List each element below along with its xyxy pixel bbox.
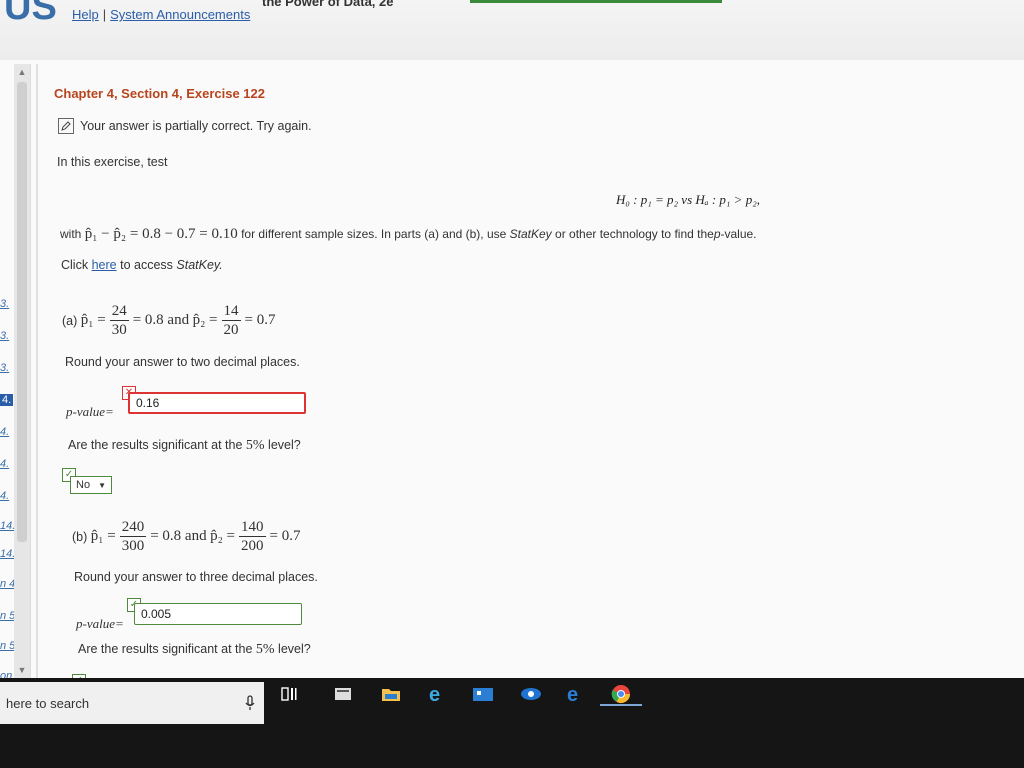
statkey-access-line: Click here to access StatKey.	[61, 258, 223, 272]
exercise-title: Chapter 4, Section 4, Exercise 122	[54, 86, 265, 101]
part-b-eq-2: = 0.7	[269, 528, 301, 544]
part-a-fraction-2: 14 20	[221, 302, 241, 339]
part-a-significance-question: Are the results significant at the 5% le…	[68, 438, 301, 454]
with-suffix: for different sample sizes. In parts (a)…	[241, 227, 507, 241]
part-b-question-suffix: level?	[278, 642, 311, 656]
part-b-fraction-1: 240 300	[119, 518, 147, 555]
taskbar-search-box[interactable]: here to search	[0, 682, 236, 724]
sidebar-item[interactable]: 14.	[0, 520, 15, 532]
scroll-down-icon[interactable]: ▼	[14, 662, 30, 678]
part-b-den-1: 300	[121, 538, 145, 554]
part-a-num-1: 24	[109, 303, 129, 321]
help-link[interactable]: Help	[72, 7, 99, 22]
sidebar-item[interactable]: 3.	[0, 330, 9, 342]
store-icon[interactable]	[470, 684, 496, 704]
panel-divider	[36, 64, 38, 678]
part-a-pvalue-input[interactable]: 0.16	[128, 392, 306, 414]
part-b-statement: (b) p̂₁ = 240 300 = 0.8 and p̂₂ = 140 20…	[72, 518, 301, 555]
microphone-icon[interactable]	[236, 682, 264, 724]
vertical-scrollbar[interactable]: ▲ ▼	[14, 64, 31, 678]
app-icon[interactable]	[330, 684, 356, 704]
part-a-p2: p̂₂ =	[192, 312, 218, 328]
click-statkey: StatKey.	[176, 258, 223, 272]
with-suffix-3: -value.	[720, 227, 757, 241]
p-symbol: p	[713, 227, 721, 241]
scroll-thumb[interactable]	[17, 82, 27, 542]
site-header: US the Power of Data, 2e Help | System Ann…	[0, 0, 1024, 60]
site-logo[interactable]: US	[4, 0, 57, 29]
part-a-question-prefix: Are the results significant at the	[68, 438, 243, 452]
part-b-pvalue-label: p-value=	[76, 616, 124, 631]
part-a-den-1: 30	[111, 322, 127, 338]
internet-explorer-icon[interactable]: e	[424, 684, 450, 704]
part-b-fraction-2: 140 200	[239, 518, 266, 555]
part-b-question-prefix: Are the results significant at the	[78, 642, 253, 656]
part-b-label: (b)	[72, 529, 88, 544]
edge-browser-icon[interactable]: e	[562, 684, 588, 704]
sidebar-item[interactable]: 4.	[0, 426, 9, 438]
status-text: Your answer is partially correct. Try ag…	[80, 119, 312, 133]
pencil-icon	[58, 118, 74, 134]
link-separator: |	[102, 7, 107, 22]
part-b-den-2: 200	[241, 538, 264, 554]
book-title: the Power of Data, 2e	[262, 0, 394, 9]
part-a-select-value: No	[76, 479, 91, 491]
part-a-fraction-1: 24 30	[109, 302, 129, 339]
sample-difference-line: with p̂₁ − p̂₂ = 0.8 − 0.7 = 0.10 for di…	[60, 226, 757, 243]
click-prefix: Click	[61, 258, 89, 272]
sidebar-item[interactable]: 3.	[0, 298, 9, 310]
task-view-icon[interactable]	[276, 684, 302, 704]
active-app-indicator	[600, 704, 642, 706]
sidebar-item[interactable]: 14.	[0, 548, 15, 560]
sidebar-item[interactable]: 3.	[0, 362, 9, 374]
chrome-browser-icon[interactable]	[608, 684, 634, 704]
system-announcements-link[interactable]: System Announcements	[110, 7, 250, 22]
part-b-p1: p̂₁ =	[90, 528, 116, 544]
part-b-pvalue-input[interactable]: 0.005	[134, 603, 302, 625]
sidebar-item[interactable]: 4.	[0, 490, 9, 502]
part-a-question-suffix: level?	[268, 438, 301, 452]
with-prefix: with	[60, 227, 82, 241]
sidebar-item[interactable]: 4.	[0, 458, 9, 470]
sidebar-item-active[interactable]: 4.	[0, 394, 14, 406]
part-b-question-level: 5%	[255, 642, 275, 657]
file-explorer-icon[interactable]	[378, 684, 404, 704]
content-area	[0, 60, 1024, 678]
statkey-name: StatKey	[509, 227, 552, 241]
part-b-round-instruction: Round your answer to three decimal place…	[74, 570, 318, 584]
dropdown-caret-icon: ▼	[98, 480, 106, 490]
eye-app-icon[interactable]	[518, 684, 544, 704]
part-b-p2: p̂₂ =	[210, 528, 236, 544]
part-b-num-1: 240	[119, 519, 147, 537]
part-a-round-instruction: Round your answer to two decimal places.	[65, 355, 300, 369]
part-a-label: (a)	[62, 313, 78, 328]
header-accent-bar	[470, 0, 722, 3]
part-b-eq-1: = 0.8 and	[150, 528, 207, 544]
part-a-statement: (a) p̂₁ = 24 30 = 0.8 and p̂₂ = 14 20 = …	[62, 302, 276, 339]
answer-status: Your answer is partially correct. Try ag…	[58, 118, 312, 134]
with-suffix-2: or other technology to find the	[555, 227, 714, 241]
part-a-num-2: 14	[221, 303, 241, 321]
part-b-num-2: 140	[239, 519, 266, 537]
part-a-question-level: 5%	[245, 438, 265, 453]
part-a-p1: p̂₁ =	[80, 312, 106, 328]
part-a-pvalue-label: p-value=	[66, 404, 114, 419]
part-a-eq-1: = 0.8 and	[132, 312, 190, 328]
svg-text:e: e	[567, 684, 578, 704]
scroll-up-icon[interactable]: ▲	[14, 64, 30, 80]
intro-text: In this exercise, test	[57, 155, 168, 169]
statkey-here-link[interactable]: here	[92, 258, 117, 272]
difference-math: p̂₁ − p̂₂ = 0.8 − 0.7 = 0.10	[84, 226, 238, 242]
svg-text:e: e	[429, 684, 440, 704]
part-a-den-2: 20	[223, 322, 239, 338]
hypothesis-statement: H₀ : p₁ = p₂ vs Hₐ : p₁ > p₂,	[616, 192, 760, 207]
part-a-significance-select[interactable]: No ▼	[70, 476, 112, 494]
header-links: Help | System Announcements	[72, 7, 250, 22]
part-b-significance-question: Are the results significant at the 5% le…	[78, 642, 311, 658]
click-suffix: to access	[120, 258, 173, 272]
part-a-eq-2: = 0.7	[244, 312, 276, 328]
